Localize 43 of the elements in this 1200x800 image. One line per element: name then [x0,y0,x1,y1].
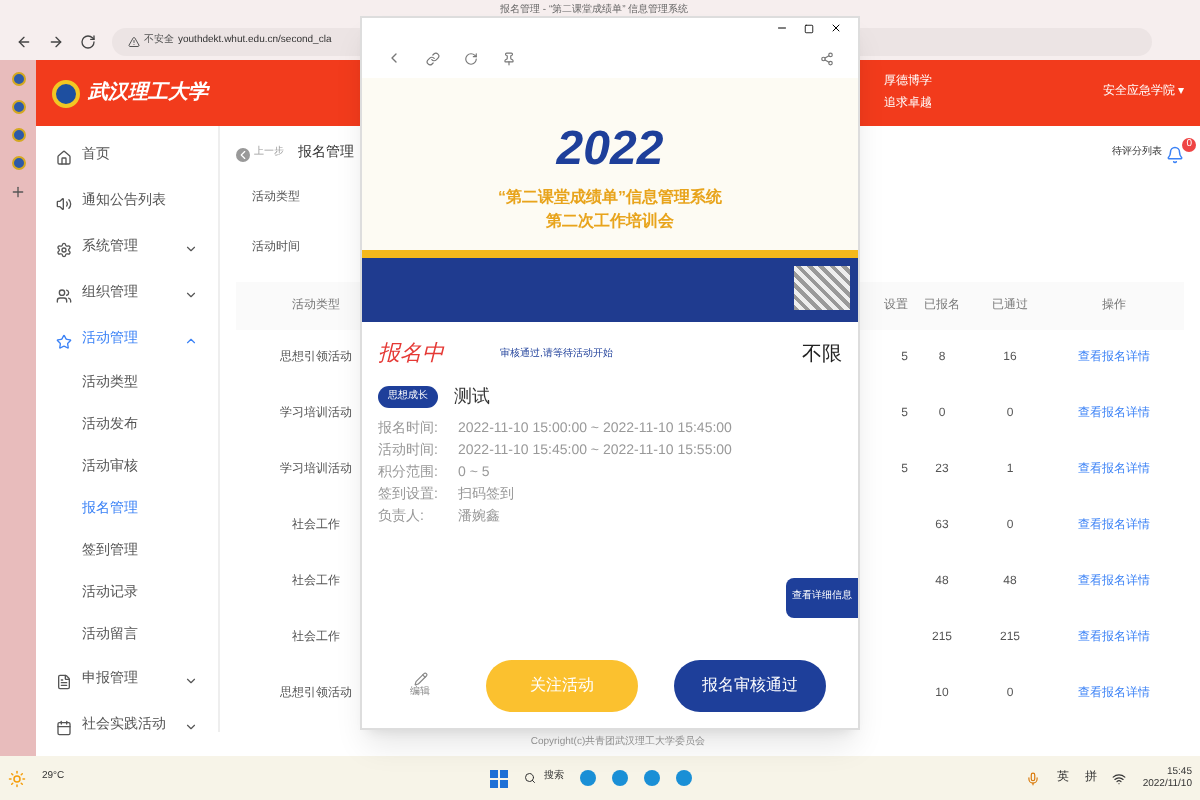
person-icon [56,287,72,303]
reload-icon[interactable] [464,51,478,65]
poster-subtitle: 第二次工作培训会 [546,210,674,234]
home-icon [56,149,72,165]
back-icon[interactable] [386,50,402,66]
pin-icon[interactable] [502,51,516,65]
document-icon [56,673,72,689]
minimize-icon[interactable] [776,22,788,34]
quota-text: 不限 [802,341,842,370]
wifi-icon[interactable] [1112,771,1127,785]
poster-title: “第二课堂成绩单”信息管理系统 [498,186,722,210]
approve-button[interactable]: 报名审核通过 [674,660,826,712]
speaker-icon [56,195,72,211]
back-circle-icon[interactable] [236,147,250,161]
reload-icon[interactable] [80,33,96,49]
start-button[interactable] [490,769,509,787]
add-tab-icon[interactable] [10,184,26,200]
chevron-icon [184,674,198,688]
chevron-icon [184,288,198,302]
gear-icon [56,241,72,257]
logo-text: 武汉理工大学 [88,79,208,108]
star-icon [56,333,72,349]
search-icon [524,772,537,784]
calendar-icon [56,719,72,735]
qr-code-icon [794,266,850,310]
forward-icon[interactable] [48,33,64,49]
chevron-icon [184,720,198,734]
warning-icon [128,35,140,47]
logo-emblem-icon [52,79,80,107]
share-icon[interactable] [820,51,834,65]
poster-year: 2022 [556,120,664,180]
event-name: 测试 [454,383,490,409]
microphone-icon[interactable] [1026,771,1041,785]
maximize-icon[interactable] [804,23,814,33]
chevron-icon [184,334,198,348]
status-text: 报名中 [378,340,444,370]
link-icon[interactable] [426,51,440,65]
bell-icon[interactable] [1166,145,1184,163]
chevron-icon [184,242,198,256]
close-icon[interactable] [830,22,842,34]
weather-icon [8,769,26,787]
back-icon[interactable] [16,33,32,49]
pencil-icon [413,671,427,686]
